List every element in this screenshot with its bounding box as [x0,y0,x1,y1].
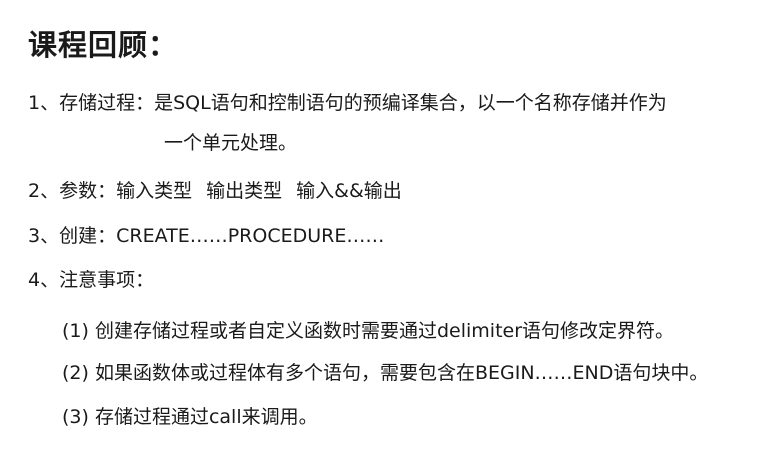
note-item: (3) 存储过程通过call来调用。 [62,402,318,429]
review-item-notes: 4、注意事项： [28,265,154,292]
page-title: 课程回顾： [28,28,179,62]
item-text: CREATE……PROCEDURE…… [116,225,385,247]
item-number: 2、 [28,180,60,202]
slide: 课程回顾： 1、存储过程：是SQL语句和控制语句的预编译集合，以一个名称存储并作… [0,0,784,450]
note-text: 如果函数体或过程体有多个语句，需要包含在BEGIN……END语句块中。 [94,362,709,384]
note-number: (3) [62,406,89,428]
note-number: (1) [62,320,89,342]
item-number: 3、 [28,225,60,247]
review-item-parameters: 2、参数：输入类型 输出类型 输入&&输出 [28,176,402,203]
param-type-in: 输入类型 [116,180,193,202]
note-text: 创建存储过程或者自定义函数时需要通过delimiter语句修改定界符。 [94,320,675,342]
note-number: (2) [62,362,89,384]
review-item-stored-procedure: 1、存储过程：是SQL语句和控制语句的预编译集合，以一个名称存储并作为 [28,88,667,115]
note-item: (2) 如果函数体或过程体有多个语句，需要包含在BEGIN……END语句块中。 [62,358,708,385]
item-number: 1、 [28,92,60,114]
item-label: 存储过程： [59,92,155,114]
item-label: 注意事项： [59,269,155,291]
param-type-out: 输出类型 [206,180,283,202]
item-label: 参数： [59,180,117,202]
review-item-create: 3、创建：CREATE……PROCEDURE…… [28,221,384,248]
note-text: 存储过程通过call来调用。 [94,406,318,428]
item-number: 4、 [28,269,60,291]
item-label: 创建： [59,225,117,247]
item-text: 是SQL语句和控制语句的预编译集合，以一个名称存储并作为 [154,92,667,114]
note-item: (1) 创建存储过程或者自定义函数时需要通过delimiter语句修改定界符。 [62,316,674,343]
param-type-inout: 输入&&输出 [296,180,402,202]
review-item-stored-procedure-continuation: 一个单元处理。 [164,132,298,154]
